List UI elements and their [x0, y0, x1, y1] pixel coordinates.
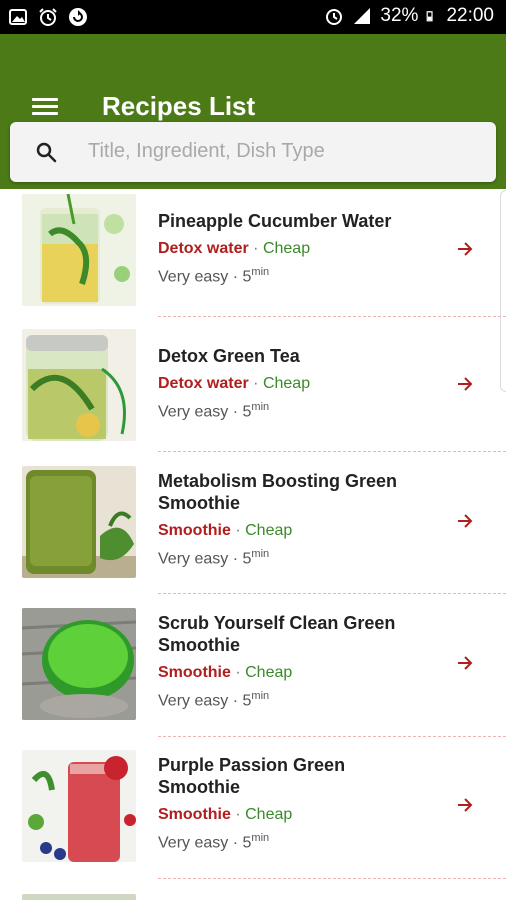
- recipe-thumbnail: [22, 194, 136, 306]
- list-item[interactable]: Metabolism Boosting Green Smoothie Smoot…: [0, 460, 506, 598]
- recipe-title[interactable]: Metabolism Boosting Green Smoothie: [158, 470, 428, 514]
- clock: 22:00: [446, 5, 494, 26]
- search-input[interactable]: Title, Ingredient, Dish Type: [88, 140, 325, 163]
- alarm-icon: [326, 9, 343, 25]
- list-item[interactable]: [0, 888, 506, 900]
- separator: ·: [232, 692, 239, 710]
- recipe-difficulty: Very easy: [158, 834, 229, 852]
- hamburger-icon[interactable]: [32, 98, 58, 116]
- time-unit: min: [251, 832, 270, 844]
- recipe-difficulty: Very easy: [158, 403, 229, 421]
- page-title: Recipes List: [102, 91, 256, 121]
- battery-icon: [427, 11, 434, 22]
- recipe-difficulty-time: Very easy · 5min: [158, 548, 269, 568]
- list-item[interactable]: Purple Passion Green Smoothie Smoothie ·…: [0, 744, 506, 884]
- recipe-list: Pineapple Cucumber Water Detox water · C…: [0, 190, 506, 900]
- recipe-category: Detox water: [158, 240, 249, 257]
- time-unit: min: [251, 401, 270, 413]
- recipe-thumbnail: [22, 894, 136, 900]
- recipe-thumbnail: [22, 329, 136, 441]
- image-icon: [9, 9, 27, 25]
- recipe-tags: Smoothie · Cheap: [158, 806, 292, 824]
- separator: ·: [232, 550, 239, 568]
- separator: ·: [253, 375, 259, 392]
- divider: [158, 593, 506, 594]
- recipe-title[interactable]: Scrub Yourself Clean Green Smoothie: [158, 612, 428, 656]
- recipe-tags: Smoothie · Cheap: [158, 522, 292, 540]
- divider: [158, 451, 506, 452]
- recipe-tags: Smoothie · Cheap: [158, 664, 292, 682]
- recipe-category: Detox water: [158, 375, 249, 392]
- recipe-difficulty: Very easy: [158, 268, 229, 286]
- separator: ·: [253, 240, 259, 257]
- recipe-price: Cheap: [262, 240, 311, 257]
- recipe-difficulty-time: Very easy · 5min: [158, 832, 269, 852]
- recipe-thumbnail: [22, 466, 136, 578]
- recipe-difficulty: Very easy: [158, 550, 229, 568]
- recipe-title[interactable]: Detox Green Tea: [158, 345, 428, 367]
- arrow-right-icon[interactable]: [456, 375, 474, 393]
- divider: [158, 316, 506, 317]
- refresh-icon: [69, 8, 87, 26]
- separator: ·: [235, 522, 241, 539]
- recipe-difficulty: Very easy: [158, 692, 229, 710]
- battery-percent: 32%: [380, 5, 419, 26]
- list-item[interactable]: Detox Green Tea Detox water · Cheap Very…: [0, 325, 506, 455]
- recipe-price: Cheap: [245, 806, 293, 823]
- recipe-difficulty-time: Very easy · 5min: [158, 266, 269, 286]
- alarm-icon: [39, 8, 57, 26]
- recipe-category: Smoothie: [158, 806, 231, 823]
- search-bar[interactable]: Title, Ingredient, Dish Type: [10, 122, 496, 182]
- recipe-difficulty-time: Very easy · 5min: [158, 401, 269, 421]
- recipe-price: Cheap: [245, 664, 293, 681]
- arrow-right-icon[interactable]: [456, 512, 474, 530]
- arrow-right-icon[interactable]: [456, 240, 474, 258]
- time-unit: min: [251, 548, 270, 560]
- arrow-right-icon[interactable]: [456, 796, 474, 814]
- recipe-price: Cheap: [262, 375, 311, 392]
- status-bar: 32% 22:00: [0, 0, 506, 34]
- signal-icon: [354, 8, 371, 24]
- recipe-difficulty-time: Very easy · 5min: [158, 690, 269, 710]
- separator: ·: [232, 403, 239, 421]
- list-item[interactable]: Scrub Yourself Clean Green Smoothie Smoo…: [0, 602, 506, 742]
- search-icon[interactable]: [34, 140, 58, 164]
- separator: ·: [232, 268, 239, 286]
- divider: [158, 878, 506, 879]
- separator: ·: [235, 806, 241, 823]
- divider: [158, 736, 506, 737]
- recipe-title[interactable]: Purple Passion Green Smoothie: [158, 754, 428, 798]
- recipe-thumbnail: [22, 608, 136, 720]
- time-unit: min: [251, 690, 270, 702]
- separator: ·: [232, 834, 239, 852]
- recipe-tags: Detox water · Cheap: [158, 375, 310, 393]
- arrow-right-icon[interactable]: [456, 654, 474, 672]
- recipe-title[interactable]: Pineapple Cucumber Water: [158, 210, 428, 232]
- time-unit: min: [251, 266, 270, 278]
- recipe-thumbnail: [22, 750, 136, 862]
- recipe-tags: Detox water · Cheap: [158, 240, 310, 258]
- separator: ·: [235, 664, 241, 681]
- list-item[interactable]: Pineapple Cucumber Water Detox water · C…: [0, 190, 506, 320]
- recipe-category: Smoothie: [158, 522, 231, 539]
- recipe-price: Cheap: [245, 522, 293, 539]
- recipe-category: Smoothie: [158, 664, 231, 681]
